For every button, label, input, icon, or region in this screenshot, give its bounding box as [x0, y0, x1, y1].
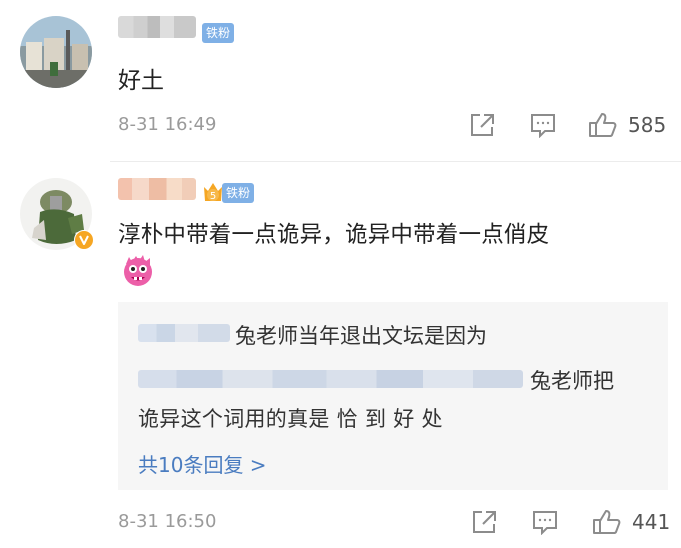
replies-box: 兔老师当年退出文坛是因为 兔老师把 诡异这个词用的真是 恰 到 好 处 共10条…: [118, 302, 668, 490]
timestamp: 8-31 16:50: [118, 511, 217, 532]
reply-text: 兔老师当年退出文坛是因为: [235, 324, 487, 348]
action-bar: 8-31 16:50 441: [118, 509, 671, 536]
reply-username[interactable]: [138, 370, 523, 388]
share-icon[interactable]: [470, 509, 498, 535]
username[interactable]: [118, 178, 196, 200]
thumbs-up-icon[interactable]: [588, 112, 617, 138]
comment-text: 淳朴中带着一点诡异，诡异中带着一点俏皮: [118, 222, 550, 248]
avatar[interactable]: [20, 16, 92, 88]
comment-icon[interactable]: [529, 112, 557, 139]
fan-badge: 铁粉: [202, 23, 235, 43]
like-count: 585: [628, 113, 667, 137]
reply-username[interactable]: [138, 324, 230, 342]
comment-icon[interactable]: [531, 509, 559, 536]
fan-badge: 铁粉: [222, 183, 255, 203]
like-count: 441: [632, 510, 671, 534]
thumbs-up-icon[interactable]: [592, 509, 621, 535]
action-bar: 8-31 16:49 585: [118, 112, 667, 139]
pink-monster-emoji-icon: [120, 254, 156, 290]
view-more-replies-link[interactable]: 共10条回复 >: [138, 449, 267, 478]
reply-text: 兔老师把: [530, 369, 614, 393]
username[interactable]: [118, 16, 196, 38]
level-number: 5: [210, 191, 216, 202]
crown-level-icon: 5: [202, 179, 224, 203]
comment-text: 好土: [118, 68, 164, 94]
comment-item: 铁粉 好土 8-31 16:49 585: [0, 0, 681, 162]
verified-v-icon: [74, 230, 94, 250]
comment-item: 5 铁粉 淳朴中带着一点诡异，诡异中带着一点俏皮 兔老师当年退出文坛是因为 兔老…: [0, 162, 681, 548]
reply-text-continued: 诡异这个词用的真是 恰 到 好 处: [138, 407, 443, 431]
timestamp: 8-31 16:49: [118, 114, 217, 135]
share-icon[interactable]: [468, 112, 496, 138]
